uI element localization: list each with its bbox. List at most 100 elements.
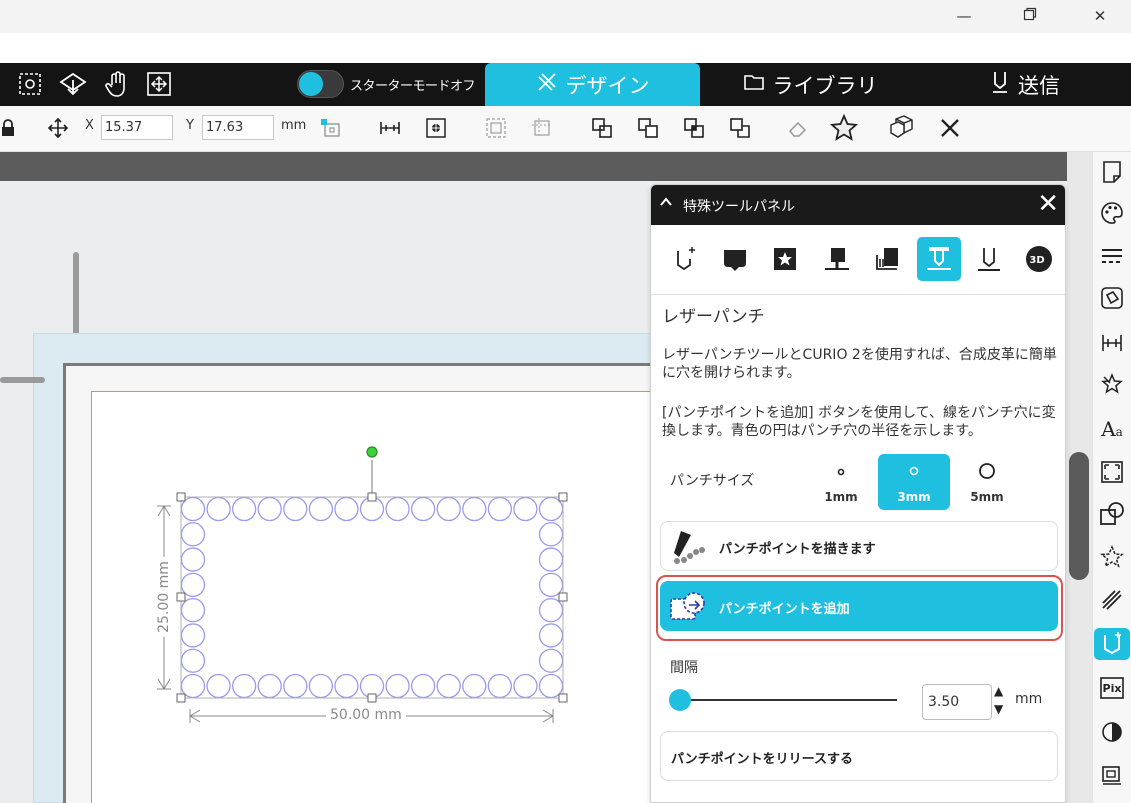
panel-title: 特殊ツールパネル	[683, 199, 795, 215]
tab-send-label: 送信	[1018, 73, 1060, 98]
punch-point	[206, 673, 231, 699]
crop-icon[interactable]	[726, 113, 754, 143]
punch-point	[231, 496, 257, 522]
print-cut-icon[interactable]	[1094, 760, 1130, 792]
punch-size-5mm[interactable]: 5mm	[951, 454, 1023, 510]
punch-point	[385, 673, 410, 699]
punch-point	[180, 597, 206, 623]
offset-icon[interactable]	[1094, 498, 1130, 530]
collapse-icon[interactable]	[659, 194, 673, 213]
punch-points[interactable]	[180, 496, 564, 699]
punch-point	[334, 673, 359, 699]
leather-punch-tool-icon[interactable]	[917, 237, 961, 281]
spacing-unit: mm	[1015, 691, 1043, 707]
folder-icon	[743, 72, 765, 97]
release-punch-points-label: パンチポイントをリリースする	[671, 752, 854, 767]
size-1mm-icon	[837, 468, 845, 476]
align-panel-icon[interactable]	[1094, 327, 1130, 359]
spacing-label: 間隔	[670, 660, 698, 676]
trace-icon[interactable]	[1094, 541, 1130, 573]
punch-point	[257, 673, 282, 699]
replicate-icon[interactable]	[1094, 369, 1130, 401]
tool-instructions: [パンチポイントを追加] ボタンを使用して、線をパンチ穴に変換します。青色の円は…	[662, 405, 1056, 439]
size-3mm-icon	[909, 466, 919, 476]
release-punch-points-button[interactable]: パンチポイントをリリースする	[660, 731, 1058, 781]
svg-text:3D: 3D	[1029, 255, 1044, 266]
3d-tool-icon[interactable]: 3D	[1017, 237, 1057, 281]
spacing-slider-knob[interactable]	[669, 689, 691, 711]
text-icon[interactable]: Aa	[1094, 413, 1130, 445]
minimize-icon[interactable]: —	[944, 2, 984, 30]
panel-close-icon[interactable]: ✕	[1037, 190, 1059, 218]
punch-size-3mm[interactable]: 3mm	[878, 454, 950, 510]
spacing-stepper[interactable]: ▲ ▼	[994, 682, 1003, 718]
punch-point	[513, 496, 538, 522]
special-tools-icon[interactable]	[1094, 628, 1130, 660]
intersect-icon[interactable]	[680, 113, 708, 143]
punch-point	[410, 496, 436, 522]
panel-header: 特殊ツールパネル ✕	[651, 185, 1065, 225]
lines-icon[interactable]	[1094, 240, 1130, 272]
punch-point	[180, 522, 206, 547]
etch-tool-icon[interactable]	[865, 237, 909, 281]
fill-icon[interactable]	[1094, 282, 1130, 314]
pen-tool-icon[interactable]	[967, 237, 1011, 281]
svg-text:Pix: Pix	[1103, 682, 1122, 695]
pen-dots-icon	[674, 531, 705, 564]
tool-name: レザーパンチ	[662, 307, 765, 327]
palette-icon[interactable]	[1094, 197, 1130, 229]
punch-point	[487, 673, 513, 699]
special-tools-panel: 特殊ツールパネル ✕ 3D レザーパンチ レザーパンチツールとCURIO 2を使…	[650, 184, 1066, 803]
tab-send[interactable]: 送信	[965, 63, 1085, 106]
spacing-slider-track[interactable]	[679, 699, 897, 701]
punch-point	[385, 496, 410, 522]
punch-point	[436, 673, 461, 699]
emboss-tool-icon[interactable]	[713, 237, 757, 281]
punch-point	[283, 673, 308, 699]
3d-box-icon[interactable]	[888, 113, 916, 143]
pixscan-icon[interactable]: Pix	[1094, 672, 1130, 704]
punch-size-label: パンチサイズ	[670, 473, 755, 489]
rotate-handle	[366, 446, 378, 458]
punch-point	[257, 496, 282, 522]
punch-point	[206, 496, 231, 522]
tab-library[interactable]: ライブラリ	[730, 63, 890, 106]
punch-point	[283, 496, 308, 522]
stipple-tool-icon[interactable]	[763, 237, 807, 281]
highlight-frame	[656, 575, 1063, 641]
close-icon[interactable]: ✕	[1080, 2, 1120, 30]
eraser-icon[interactable]	[784, 113, 812, 143]
tool-description: レザーパンチツールとCURIO 2を使用すれば、合成皮革に簡単に穴を開けられます…	[662, 347, 1057, 381]
punch-point	[308, 673, 334, 699]
design-canvas-layer	[157, 446, 568, 723]
draw-punch-points-label: パンチポイントを描きます	[719, 542, 876, 557]
punch-point	[462, 673, 487, 699]
punch-point	[538, 522, 564, 547]
size-5mm-icon	[979, 463, 995, 479]
punch-point	[538, 597, 564, 623]
punch-point	[180, 648, 206, 673]
punch-point	[410, 673, 436, 699]
punch-point	[513, 673, 538, 699]
punch-point	[462, 496, 487, 522]
sketch-icon[interactable]	[1094, 584, 1130, 616]
page-icon[interactable]	[1094, 156, 1130, 188]
restore-icon[interactable]	[1010, 2, 1050, 30]
spacing-input[interactable]: 3.50	[922, 684, 992, 720]
scrollbar-thumb[interactable]	[1069, 452, 1089, 580]
punch-point	[180, 547, 206, 572]
punch-point	[180, 623, 206, 648]
size-1mm-label: 1mm	[824, 490, 858, 504]
width-dimension: 50.00 mm	[326, 707, 406, 723]
sketch-tool-icon[interactable]	[663, 237, 707, 281]
draw-punch-points-button[interactable]: パンチポイントを描きます	[660, 521, 1058, 571]
punch-size-1mm[interactable]: 1mm	[805, 454, 877, 510]
punch-point	[538, 547, 564, 572]
transform-icon[interactable]	[1094, 456, 1130, 488]
delete-icon[interactable]	[936, 113, 964, 143]
contrast-icon[interactable]	[1094, 716, 1130, 748]
star-icon[interactable]	[830, 113, 858, 143]
deboss-tool-icon[interactable]	[815, 237, 859, 281]
height-dimension: 25.00 mm	[156, 557, 172, 637]
vertical-scrollbar[interactable]	[1067, 152, 1092, 803]
